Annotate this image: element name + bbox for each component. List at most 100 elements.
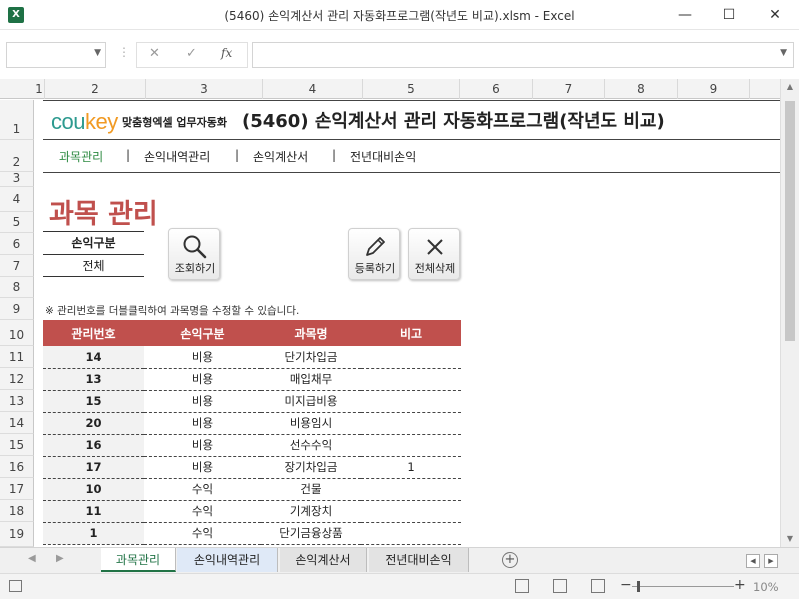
row-header[interactable]: 10 [0, 320, 34, 346]
row-header[interactable]: 19 [0, 522, 34, 547]
row-header[interactable]: 2 [0, 140, 34, 172]
column-header[interactable]: 7 [533, 79, 605, 99]
nav-item-income-statement[interactable]: 손익계산서 [253, 148, 308, 165]
sheet-tab-pl-records[interactable]: 손익내역관리 [177, 548, 278, 572]
row-header[interactable]: 9 [0, 298, 34, 320]
normal-view-icon[interactable] [515, 579, 529, 593]
row-header[interactable]: 15 [0, 434, 34, 456]
cell-code[interactable]: 15 [43, 390, 144, 413]
scroll-up-icon[interactable]: ▲ [781, 79, 799, 95]
table-row[interactable]: 16 비용 선수수익 [43, 434, 461, 457]
cell-account-name[interactable]: 미지급비용 [261, 390, 361, 413]
cell-account-name[interactable]: 비용임시 [261, 412, 361, 435]
chevron-down-icon[interactable]: ▼ [94, 48, 101, 58]
search-button[interactable]: 조회하기 [168, 228, 220, 280]
cell-account-name[interactable]: 매입채무 [261, 368, 361, 391]
row-header[interactable]: 11 [0, 346, 34, 368]
column-header[interactable]: 8 [605, 79, 678, 99]
close-button[interactable]: ✕ [752, 0, 798, 30]
cell-remark[interactable] [361, 412, 461, 435]
enter-icon[interactable]: ✓ [186, 46, 197, 61]
cell-type[interactable]: 비용 [144, 456, 261, 479]
minimize-button[interactable]: — [662, 0, 708, 30]
table-row[interactable]: 20 비용 비용임시 [43, 412, 461, 435]
zoom-out-button[interactable]: − [620, 577, 632, 593]
cell-remark[interactable] [361, 368, 461, 391]
cell-type[interactable]: 수익 [144, 500, 261, 523]
cell-account-name[interactable]: 기계장치 [261, 500, 361, 523]
nav-item-pl-records[interactable]: 손익내역관리 [144, 148, 210, 165]
row-header[interactable]: 4 [0, 187, 34, 212]
hscroll-left-icon[interactable]: ◀ [746, 554, 760, 568]
cell-code[interactable]: 10 [43, 478, 144, 501]
macro-record-icon[interactable] [9, 580, 22, 592]
cancel-icon[interactable]: ✕ [149, 46, 160, 61]
cell-type[interactable]: 비용 [144, 412, 261, 435]
name-box[interactable]: ▼ [6, 42, 106, 68]
cell-type[interactable]: 비용 [144, 368, 261, 391]
cell-code[interactable]: 20 [43, 412, 144, 435]
row-header[interactable]: 12 [0, 368, 34, 390]
column-header[interactable]: 4 [263, 79, 363, 99]
cell-account-name[interactable]: 단기금융상품 [261, 522, 361, 545]
row-header[interactable]: 16 [0, 456, 34, 478]
cell-remark[interactable] [361, 434, 461, 457]
column-header[interactable]: 6 [460, 79, 533, 99]
cell-code[interactable]: 11 [43, 500, 144, 523]
tab-next-icon[interactable]: ▶ [56, 553, 64, 564]
row-header[interactable]: 8 [0, 277, 34, 298]
zoom-level[interactable]: 10% [753, 580, 779, 594]
expand-formula-icon[interactable]: ▼ [780, 48, 787, 58]
cell-code[interactable]: 1 [43, 522, 144, 545]
scroll-down-icon[interactable]: ▼ [781, 531, 799, 547]
vertical-scrollbar[interactable]: ▲ ▼ [780, 79, 799, 547]
column-header[interactable]: 1 [34, 79, 45, 99]
maximize-button[interactable]: ☐ [706, 0, 752, 30]
insert-function-icon[interactable]: fx [221, 46, 232, 60]
row-header[interactable]: 3 [0, 172, 34, 187]
cell-remark[interactable] [361, 522, 461, 545]
cell-remark[interactable] [361, 390, 461, 413]
table-row[interactable]: 14 비용 단기차입금 [43, 346, 461, 369]
cell-type[interactable]: 비용 [144, 434, 261, 457]
page-break-view-icon[interactable] [591, 579, 605, 593]
table-row[interactable]: 1 수익 단기금융상품 [43, 522, 461, 545]
column-header[interactable]: 3 [146, 79, 263, 99]
row-header[interactable]: 18 [0, 500, 34, 522]
sheet-tab-account-management[interactable]: 과목관리 [101, 548, 176, 572]
zoom-slider[interactable] [632, 586, 734, 587]
cell-code[interactable]: 17 [43, 456, 144, 479]
cell-remark[interactable] [361, 500, 461, 523]
cell-type[interactable]: 수익 [144, 478, 261, 501]
cell-type[interactable]: 수익 [144, 522, 261, 545]
sheet-tab-yoy-comparison[interactable]: 전년대비손익 [369, 548, 469, 572]
delete-all-button[interactable]: 전체삭제 [408, 228, 460, 280]
cell-account-name[interactable]: 단기차입금 [261, 346, 361, 369]
row-header[interactable]: 6 [0, 233, 34, 255]
add-sheet-icon[interactable]: + [502, 552, 518, 568]
cell-type[interactable]: 비용 [144, 390, 261, 413]
cell-remark[interactable] [361, 478, 461, 501]
row-header[interactable]: 14 [0, 412, 34, 434]
column-header[interactable]: 2 [45, 79, 146, 99]
column-header[interactable]: 9 [678, 79, 750, 99]
table-row[interactable]: 17 비용 장기차입금 1 [43, 456, 461, 479]
scroll-thumb[interactable] [785, 101, 795, 341]
hscroll-right-icon[interactable]: ▶ [764, 554, 778, 568]
row-header[interactable]: 7 [0, 255, 34, 277]
cell-code[interactable]: 13 [43, 368, 144, 391]
filter-dropdown[interactable]: 전체 [43, 255, 144, 277]
page-layout-view-icon[interactable] [553, 579, 567, 593]
cell-remark[interactable] [361, 346, 461, 369]
register-button[interactable]: 등록하기 [348, 228, 400, 280]
zoom-in-button[interactable]: + [734, 577, 746, 593]
column-header[interactable]: 5 [363, 79, 460, 99]
tab-prev-icon[interactable]: ◀ [28, 553, 36, 564]
table-row[interactable]: 15 비용 미지급비용 [43, 390, 461, 413]
cell-account-name[interactable]: 선수수익 [261, 434, 361, 457]
cell-remark[interactable]: 1 [361, 456, 461, 479]
nav-item-account-management[interactable]: 과목관리 [59, 148, 103, 165]
sheet-tab-income-statement[interactable]: 손익계산서 [280, 548, 367, 572]
cell-code[interactable]: 14 [43, 346, 144, 369]
formula-input[interactable]: ▼ [252, 42, 794, 68]
